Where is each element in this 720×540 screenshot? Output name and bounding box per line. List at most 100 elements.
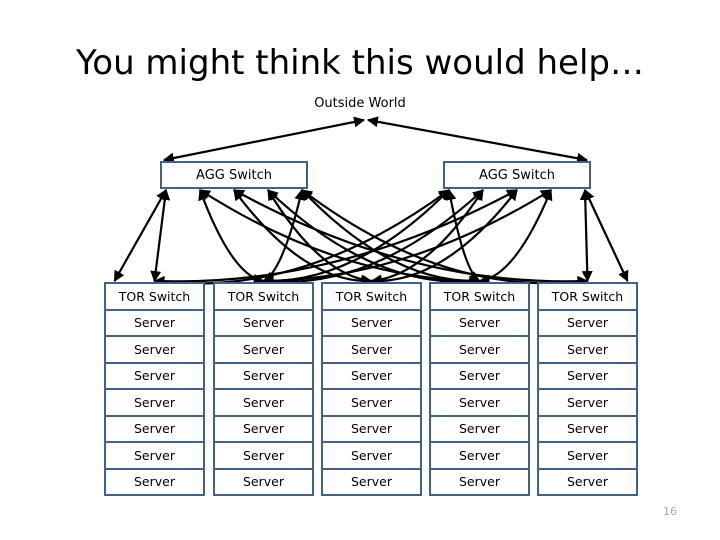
server-label: Server: [134, 474, 175, 490]
server-box[interactable]: Server: [537, 335, 638, 364]
tor-switch-label: TOR Switch: [227, 288, 300, 304]
server-box[interactable]: Server: [213, 308, 314, 337]
server-box[interactable]: Server: [104, 308, 205, 337]
server-box[interactable]: Server: [537, 467, 638, 496]
server-box[interactable]: Server: [537, 361, 638, 390]
server-box[interactable]: Server: [321, 335, 422, 364]
server-label: Server: [459, 315, 500, 331]
network-link: [579, 188, 593, 283]
network-link: [199, 189, 481, 287]
server-box[interactable]: Server: [321, 414, 422, 443]
server-box[interactable]: Server: [104, 441, 205, 470]
network-link: [262, 189, 450, 287]
server-box[interactable]: Server: [429, 308, 530, 337]
server-label: Server: [351, 474, 392, 490]
agg-switch-box-1[interactable]: AGG Switch: [160, 161, 308, 189]
server-box[interactable]: Server: [321, 467, 422, 496]
server-box[interactable]: Server: [213, 441, 314, 470]
server-box[interactable]: Server: [429, 335, 530, 364]
server-label: Server: [459, 368, 500, 384]
server-label: Server: [567, 368, 608, 384]
server-box[interactable]: Server: [429, 414, 530, 443]
rack-1: TOR Switch Server Server Server Server Server…: [104, 282, 205, 496]
server-label: Server: [567, 447, 608, 463]
server-label: Server: [243, 394, 284, 410]
tor-switch-box[interactable]: TOR Switch: [321, 282, 422, 311]
tor-switch-label: TOR Switch: [335, 288, 408, 304]
tor-switch-box[interactable]: TOR Switch: [213, 282, 314, 311]
server-box[interactable]: Server: [104, 361, 205, 390]
server-box[interactable]: Server: [537, 308, 638, 337]
server-box[interactable]: Server: [213, 467, 314, 496]
server-box[interactable]: Server: [104, 414, 205, 443]
server-label: Server: [351, 447, 392, 463]
server-label: Server: [351, 394, 392, 410]
server-box[interactable]: Server: [429, 361, 530, 390]
rack-2: TOR Switch Server Server Server Server Server…: [213, 282, 314, 496]
network-link: [153, 189, 450, 288]
network-link: [445, 188, 481, 282]
server-label: Server: [134, 421, 175, 437]
server-box[interactable]: Server: [104, 335, 205, 364]
network-link: [198, 188, 265, 285]
network-link: [370, 189, 484, 286]
network-link: [366, 116, 589, 164]
network-link: [233, 189, 373, 287]
tor-switch-box[interactable]: TOR Switch: [537, 282, 638, 311]
server-label: Server: [243, 341, 284, 357]
server-box[interactable]: Server: [429, 388, 530, 417]
server-box[interactable]: Server: [104, 388, 205, 417]
agg-switch-box-2[interactable]: AGG Switch: [443, 161, 591, 189]
agg-switch-label: AGG Switch: [479, 167, 555, 183]
server-label: Server: [567, 421, 608, 437]
server-label: Server: [243, 368, 284, 384]
server-box[interactable]: Server: [321, 388, 422, 417]
server-label: Server: [459, 447, 500, 463]
server-box[interactable]: Server: [429, 467, 530, 496]
network-link: [113, 189, 167, 282]
tor-switch-box[interactable]: TOR Switch: [429, 282, 530, 311]
page-title: You might think this would help…: [76, 43, 644, 83]
server-box[interactable]: Server: [537, 388, 638, 417]
outside-world-label: Outside World: [314, 96, 406, 111]
page-number: 16: [663, 505, 677, 518]
network-link: [478, 188, 553, 286]
server-label: Server: [243, 315, 284, 331]
rack-3: TOR Switch Server Server Server Server Server…: [321, 282, 422, 496]
server-label: Server: [567, 394, 608, 410]
server-label: Server: [243, 421, 284, 437]
server-box[interactable]: Server: [321, 308, 422, 337]
server-label: Server: [243, 447, 284, 463]
tor-switch-box[interactable]: TOR Switch: [104, 282, 205, 311]
server-box[interactable]: Server: [213, 335, 314, 364]
slide-canvas: You might think this would help… Outside…: [0, 0, 720, 540]
server-box[interactable]: Server: [321, 361, 422, 390]
server-label: Server: [134, 447, 175, 463]
server-label: Server: [567, 474, 608, 490]
rack-5: TOR Switch Server Server Server Server Server…: [537, 282, 638, 496]
network-link: [267, 189, 481, 288]
server-label: Server: [459, 474, 500, 490]
server-box[interactable]: Server: [213, 414, 314, 443]
server-label: Server: [459, 394, 500, 410]
server-box[interactable]: Server: [537, 441, 638, 470]
tor-switch-label: TOR Switch: [443, 288, 516, 304]
server-label: Server: [134, 394, 175, 410]
rack-4: TOR Switch Server Server Server Server Server…: [429, 282, 530, 496]
server-label: Server: [351, 341, 392, 357]
server-box[interactable]: Server: [104, 467, 205, 496]
server-box[interactable]: Server: [213, 388, 314, 417]
server-label: Server: [459, 421, 500, 437]
network-link: [301, 189, 589, 288]
server-box[interactable]: Server: [537, 414, 638, 443]
server-label: Server: [567, 341, 608, 357]
server-label: Server: [459, 341, 500, 357]
server-box[interactable]: Server: [213, 361, 314, 390]
agg-switch-label: AGG Switch: [196, 167, 272, 183]
server-label: Server: [134, 341, 175, 357]
network-link: [370, 189, 518, 287]
server-box[interactable]: Server: [429, 441, 530, 470]
server-label: Server: [351, 315, 392, 331]
network-link: [153, 189, 518, 287]
server-box[interactable]: Server: [321, 441, 422, 470]
